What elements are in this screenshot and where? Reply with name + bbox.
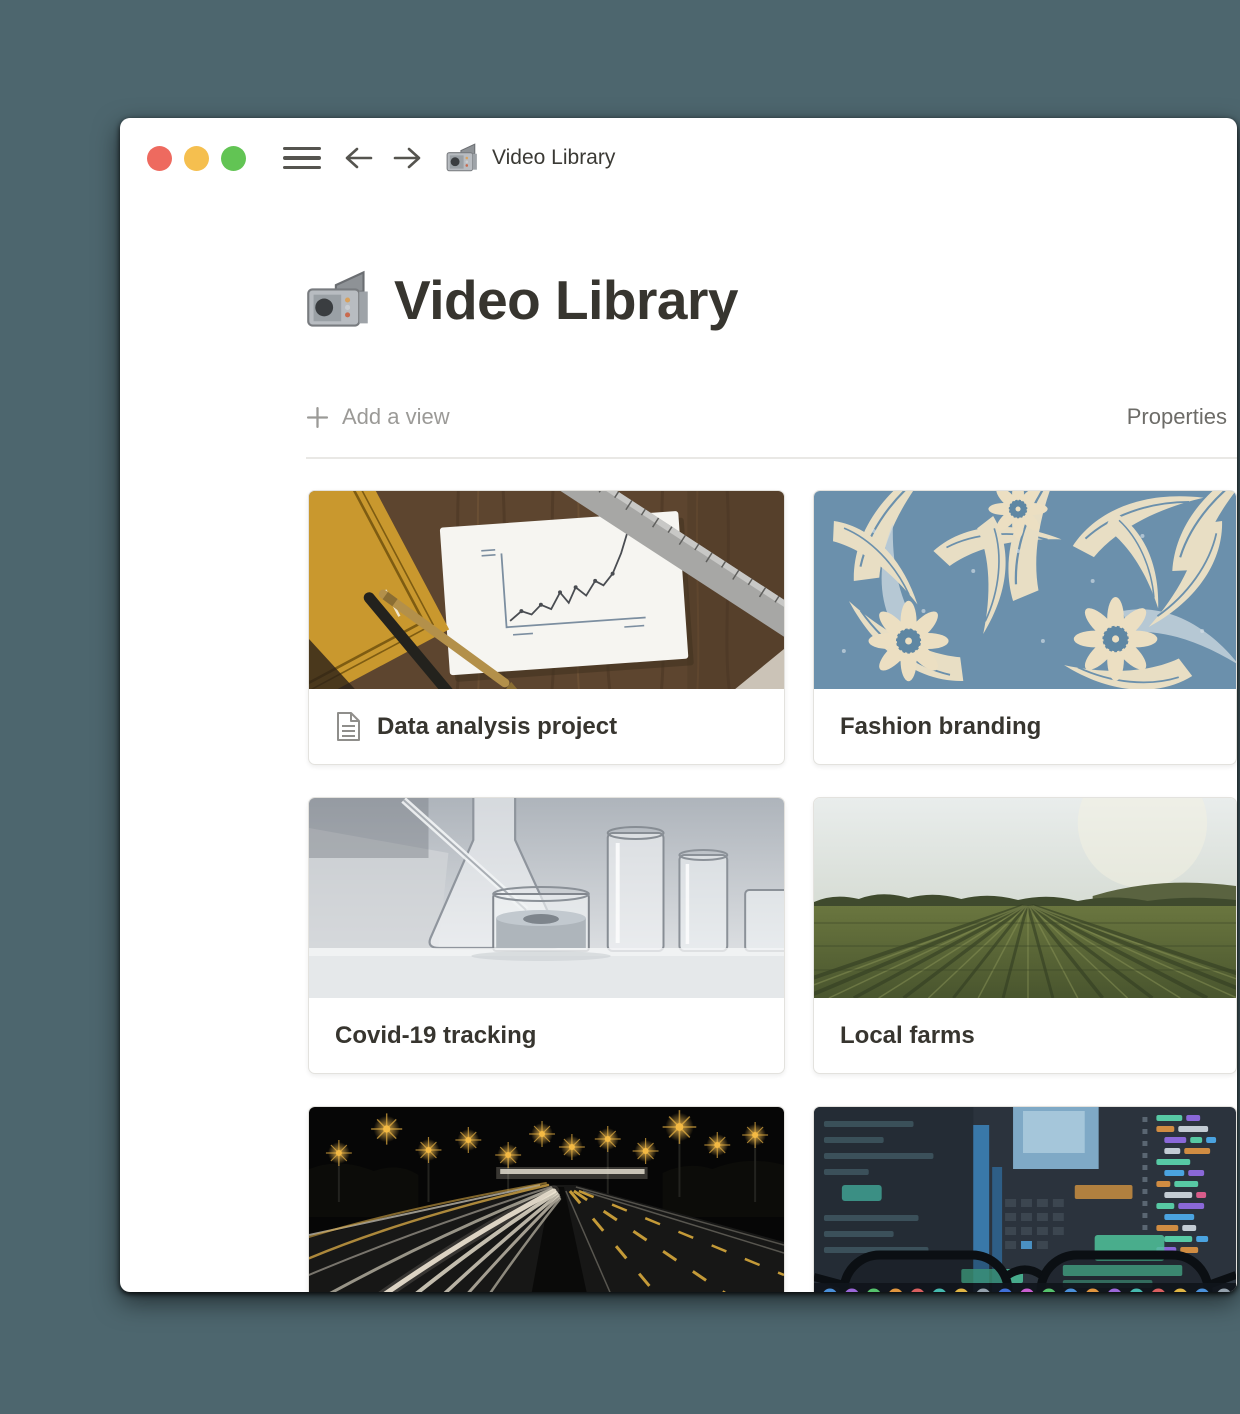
card-title-row: Covid-19 tracking xyxy=(309,998,784,1073)
card-data-analysis-project[interactable]: Data analysis project xyxy=(308,490,785,765)
lab-glassware-image xyxy=(309,798,784,998)
card-title: Covid-19 tracking xyxy=(335,1022,536,1050)
card-title-row: Data analysis project xyxy=(309,689,784,764)
view-controls: Add a view Properties xyxy=(306,404,1227,430)
code-screen-image xyxy=(814,1107,1236,1292)
add-view-button[interactable]: Add a view xyxy=(306,404,450,430)
farm-field-image xyxy=(814,798,1236,998)
page-title: Video Library xyxy=(394,268,738,332)
card-fashion-branding[interactable]: Fashion branding xyxy=(813,490,1237,765)
header-divider xyxy=(306,457,1237,459)
card-title: Local farms xyxy=(840,1022,975,1050)
gallery-grid: Data analysis project xyxy=(308,490,1237,1292)
hamburger-menu-icon[interactable] xyxy=(283,147,321,169)
document-icon xyxy=(335,711,362,742)
card-code-screen[interactable] xyxy=(813,1106,1237,1292)
card-title: Data analysis project xyxy=(377,713,617,741)
page-header: Video Library xyxy=(304,268,738,332)
app-window: Video Library Video Library Add a view P… xyxy=(120,118,1237,1292)
card-title: Fashion branding xyxy=(840,713,1041,741)
floral-pattern-image xyxy=(814,491,1236,689)
card-local-farms[interactable]: Local farms xyxy=(813,797,1237,1074)
forward-arrow-icon[interactable] xyxy=(389,144,425,172)
properties-button[interactable]: Properties xyxy=(1127,404,1227,430)
card-title-row: Local farms xyxy=(814,998,1236,1073)
titlebar: Video Library xyxy=(147,142,1221,174)
titlebar-title: Video Library xyxy=(492,146,615,170)
traffic-light-minimize[interactable] xyxy=(184,146,209,171)
plus-icon xyxy=(306,406,329,429)
card-night-highway[interactable] xyxy=(308,1106,785,1292)
traffic-light-close[interactable] xyxy=(147,146,172,171)
back-arrow-icon[interactable] xyxy=(341,144,377,172)
card-covid-19-tracking[interactable]: Covid-19 tracking xyxy=(308,797,785,1074)
breadcrumb[interactable]: Video Library xyxy=(445,143,615,173)
desk-chart-image xyxy=(309,491,784,689)
video-camera-icon xyxy=(304,270,372,330)
add-view-label: Add a view xyxy=(342,404,450,430)
video-camera-icon xyxy=(445,143,479,173)
card-title-row: Fashion branding xyxy=(814,689,1236,764)
night-highway-image xyxy=(309,1107,784,1292)
traffic-light-maximize[interactable] xyxy=(221,146,246,171)
